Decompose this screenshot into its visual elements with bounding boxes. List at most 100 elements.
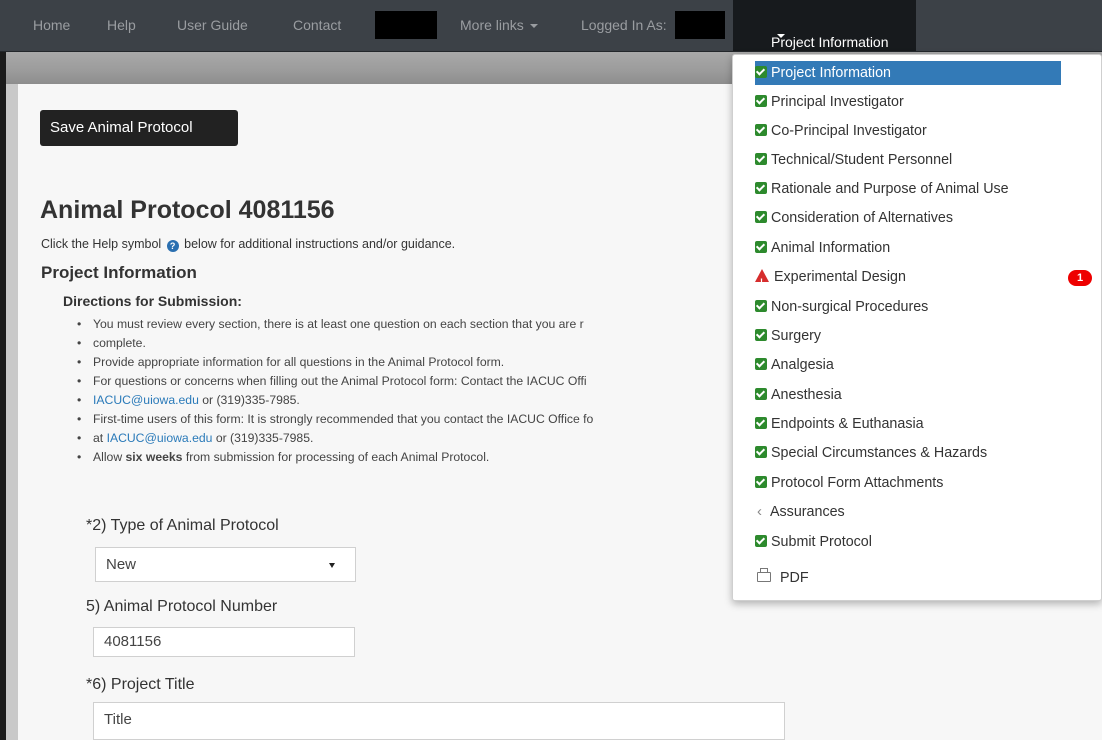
check-icon (755, 446, 767, 458)
menu-item-submit-protocol[interactable]: Submit Protocol (755, 530, 872, 554)
direction-text: or (319)335-7985. (215, 431, 314, 445)
direction-item: For questions or concerns when filling o… (63, 372, 731, 391)
menu-item-experimental-design[interactable]: Experimental Design (755, 265, 906, 294)
direction-text: from submission for processing of each A… (185, 450, 490, 464)
menu-item-label: Endpoints & Euthanasia (771, 416, 924, 432)
help-text-after: below for additional instructions and/or… (184, 237, 456, 251)
check-icon (755, 211, 767, 223)
caret-down-icon (529, 24, 538, 29)
menu-item-label: Experimental Design (774, 269, 906, 285)
nav-project-information[interactable]: Project Information (733, 0, 916, 51)
window-edge (0, 52, 6, 740)
help-icon[interactable]: ? (166, 240, 179, 252)
help-instructions: Click the Help symbol ? below for additi… (41, 237, 455, 252)
warning-count-badge: 1 (1068, 270, 1092, 286)
protocol-number-field[interactable]: 4081156 (93, 627, 355, 657)
menu-item-protocol-form-attachments[interactable]: Protocol Form Attachments (755, 471, 943, 495)
menu-item-technical-student-personnel[interactable]: Technical/Student Personnel (755, 148, 952, 172)
direction-item-continued: at IACUC@uiowa.edu or (319)335-7985. (63, 429, 731, 448)
menu-item-principal-investigator[interactable]: Principal Investigator (755, 90, 904, 114)
menu-item-label: Special Circumstances & Hazards (771, 445, 988, 461)
nav-user-guide[interactable]: User Guide (177, 17, 248, 33)
menu-item-special-circumstances[interactable]: Special Circumstances & Hazards (755, 441, 987, 465)
direction-text: or (319)335-7985. (202, 393, 300, 407)
nav-home[interactable]: Home (33, 17, 70, 33)
direction-item-continued: IACUC@uiowa.edu or (319)335-7985. (63, 391, 731, 410)
menu-item-label: Non-surgical Procedures (771, 299, 929, 315)
check-icon (755, 476, 767, 488)
menu-item-label: Co-Principal Investigator (771, 123, 927, 139)
menu-item-label: Assurances (770, 504, 845, 520)
check-icon (755, 300, 767, 312)
check-icon (755, 535, 767, 547)
check-icon (755, 241, 767, 253)
menu-item-consideration-alternatives[interactable]: Consideration of Alternatives (755, 206, 953, 230)
top-navbar: Home Help User Guide Contact More links … (0, 0, 1102, 52)
direction-text: at (93, 431, 104, 445)
check-icon (755, 124, 767, 136)
menu-item-rationale-purpose[interactable]: Rationale and Purpose of Animal Use (755, 177, 1009, 201)
menu-item-project-information[interactable]: Project Information (755, 61, 1061, 85)
nav-logged-in-as: Logged In As: (581, 17, 667, 33)
menu-item-co-principal-investigator[interactable]: Co-Principal Investigator (755, 119, 927, 143)
protocol-number-label: 5) Animal Protocol Number (86, 598, 278, 615)
direction-emphasis: six weeks (125, 450, 183, 464)
check-icon (755, 182, 767, 194)
direction-text: First-time users of this form: It is str… (93, 412, 594, 426)
nav-project-information-label: Project Information (771, 34, 889, 50)
direction-text: For questions or concerns when filling o… (93, 374, 587, 388)
nav-help[interactable]: Help (107, 17, 136, 33)
printer-icon (757, 568, 771, 582)
direction-item-continued: complete. (63, 334, 731, 353)
menu-item-endpoints-euthanasia[interactable]: Endpoints & Euthanasia (755, 412, 924, 436)
protocol-type-label: *2) Type of Animal Protocol (86, 517, 279, 534)
check-icon (755, 358, 767, 370)
menu-item-label: Animal Information (771, 240, 891, 256)
menu-item-anesthesia[interactable]: Anesthesia (755, 383, 842, 407)
nav-more-links-label: More links (460, 17, 524, 33)
check-icon (755, 66, 767, 78)
protocol-type-value: New (106, 556, 137, 573)
menu-item-label: PDF (780, 570, 809, 586)
menu-item-label: Submit Protocol (771, 534, 872, 550)
warning-icon (755, 269, 769, 294)
nav-more-links[interactable]: More links (460, 17, 538, 33)
menu-item-analgesia[interactable]: Analgesia (755, 353, 834, 377)
menu-item-label: Analgesia (771, 357, 834, 373)
protocol-type-select[interactable]: New (95, 547, 356, 582)
direction-text: You must review every section, there is … (93, 317, 584, 331)
iacuc-email-link[interactable]: IACUC@uiowa.edu (107, 431, 213, 445)
section-title: Project Information (41, 263, 197, 282)
menu-item-label: Protocol Form Attachments (771, 475, 944, 491)
menu-item-label: Rationale and Purpose of Animal Use (771, 181, 1009, 197)
direction-text: Provide appropriate information for all … (93, 355, 505, 369)
chevron-left-icon: ‹ (757, 503, 762, 520)
direction-text: complete. (93, 336, 146, 350)
project-title-field[interactable]: Title (93, 702, 785, 740)
check-icon (755, 95, 767, 107)
menu-item-non-surgical-procedures[interactable]: Non-surgical Procedures (755, 295, 928, 319)
menu-item-label: Project Information (771, 65, 891, 81)
menu-item-label: Principal Investigator (771, 94, 904, 110)
redacted-block (375, 11, 437, 39)
directions-list: You must review every section, there is … (63, 315, 731, 467)
save-protocol-button[interactable]: Save Animal Protocol (40, 110, 238, 146)
nav-contact[interactable]: Contact (293, 17, 341, 33)
menu-item-animal-information[interactable]: Animal Information (755, 236, 890, 260)
page-title: Animal Protocol 4081156 (40, 196, 335, 224)
menu-item-assurances[interactable]: ‹ Assurances (757, 500, 845, 524)
check-icon (755, 417, 767, 429)
direction-text: Allow (93, 450, 123, 464)
menu-item-label: Technical/Student Personnel (771, 152, 953, 168)
select-arrow-icon (329, 563, 335, 568)
direction-item: Allow six weeks from submission for proc… (63, 448, 731, 467)
menu-item-label: Surgery (771, 328, 822, 344)
menu-item-pdf[interactable]: PDF (757, 566, 809, 590)
direction-item: You must review every section, there is … (63, 315, 731, 334)
caret-down-icon (777, 34, 785, 38)
menu-item-label: Consideration of Alternatives (771, 210, 953, 226)
direction-item: First-time users of this form: It is str… (63, 410, 731, 429)
iacuc-email-link[interactable]: IACUC@uiowa.edu (93, 393, 199, 407)
menu-item-surgery[interactable]: Surgery (755, 324, 821, 348)
redacted-username (675, 11, 725, 39)
